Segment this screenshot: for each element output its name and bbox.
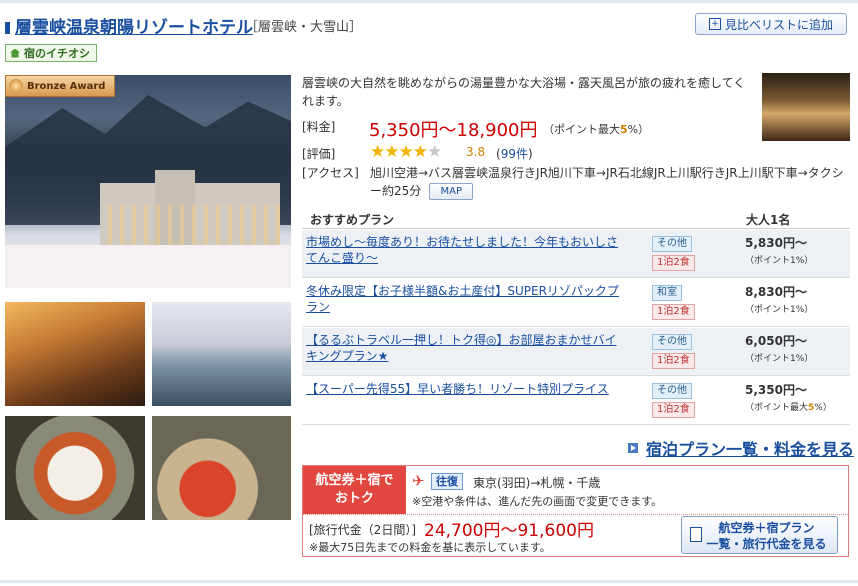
plan-col-header: おすすめプラン	[310, 213, 395, 227]
plan-price: 5,350円〜	[745, 383, 807, 397]
ichioshi-badge: 宿のイチオシ	[5, 44, 97, 62]
plan-table-header: おすすめプラン 大人1名	[302, 210, 850, 229]
room-type-tag: 和室	[652, 285, 682, 301]
award-label: Bronze Award	[27, 80, 106, 92]
hotel-name: 層雲峡温泉朝陽リゾートホテル	[15, 18, 253, 38]
bronze-award-badge: Bronze Award	[5, 75, 115, 97]
plan-point: （ポイント1%）	[745, 354, 814, 364]
plan-row: 冬休み限定【お子様半額&お土産付】SUPERリゾパックプラン 和室 1泊2食 8…	[302, 279, 850, 327]
review-count: (99件)	[496, 147, 533, 161]
access-label: [アクセス]	[302, 166, 359, 180]
max-point: （ポイント最大5%）	[543, 123, 650, 136]
divider	[303, 514, 848, 515]
lobby-photo[interactable]	[762, 73, 850, 141]
room-type-tag: その他	[652, 334, 692, 350]
indoor-bath-photo[interactable]	[5, 302, 145, 406]
rating-score: 3.8	[466, 145, 486, 159]
meal-tag: 1泊2食	[652, 304, 695, 320]
document-icon	[690, 527, 702, 542]
medal-icon	[9, 79, 23, 93]
plan-link[interactable]: 【スーパー先得55】早い者勝ち！リゾート特別プライス	[306, 381, 626, 397]
hotel-area: ［層雲峡・大雪山］	[245, 20, 363, 35]
crab-buffet-photo[interactable]	[152, 416, 291, 520]
house-icon	[10, 48, 20, 58]
access-info: 旭川空港→バス層雲峡温泉行きJR旭川下車→JR石北線JR上川駅行きJR上川駅下車…	[370, 164, 845, 200]
plan-link[interactable]: 【るるぶトラベル一押し！トク得◎】お部屋おまかせバイキングプラン★	[306, 332, 626, 364]
plan-link[interactable]: 冬休み限定【お子様半額&お土産付】SUPERリゾパックプラン	[306, 283, 626, 315]
price-col-header: 大人1名	[746, 213, 791, 227]
meal-tag: 1泊2食	[652, 255, 695, 271]
travel-price: 24,700円〜91,600円	[424, 521, 594, 541]
compare-label: 見比べリストに追加	[724, 17, 833, 32]
review-count-link[interactable]: 99件	[501, 147, 528, 161]
room-type-tag: その他	[652, 236, 692, 252]
meal-tag: 1泊2食	[652, 353, 695, 369]
plan-price: 6,050円〜	[745, 334, 807, 348]
hotel-description: 層雲峡の大自然を眺めながらの湯量豊かな大浴場・露天風呂が旅の疲れを癒してくれます…	[302, 76, 746, 108]
all-plans-link[interactable]: 宿泊プラン一覧・料金を見る	[628, 436, 854, 460]
plus-icon: +	[708, 18, 721, 30]
travel-price-label: [旅行代金（2日間）]	[309, 523, 416, 537]
meal-tag: 1泊2食	[652, 402, 695, 418]
plan-row: 市場めし〜毎度あり！お待たせしました！今年もおいしさてんこ盛り〜 その他 1泊2…	[302, 230, 850, 278]
outdoor-bath-photo[interactable]	[152, 302, 291, 406]
plan-point: （ポイント1%）	[745, 305, 814, 315]
ichioshi-label: 宿のイチオシ	[24, 47, 90, 60]
room-type-tag: その他	[652, 383, 692, 399]
air-hotel-plan-button[interactable]: 航空券＋宿プラン 一覧・旅行代金を見る	[681, 516, 838, 554]
price-label: [料金]	[302, 120, 336, 134]
arrow-icon	[628, 443, 638, 453]
rating-stars: ★★★★★	[370, 142, 442, 162]
round-trip-badge: 往復	[431, 473, 463, 490]
plan-row: 【るるぶトラベル一押し！トク得◎】お部屋おまかせバイキングプラン★ その他 1泊…	[302, 328, 850, 376]
plan-price: 8,830円〜	[745, 285, 807, 299]
air-note: ※空港や条件は、進んだ先の画面で変更できます。	[412, 495, 663, 508]
price-range: 5,350円〜18,900円	[369, 120, 538, 141]
map-button[interactable]: MAP	[429, 183, 474, 200]
plan-point: （ポイント最大5%）	[745, 403, 832, 413]
hotpot-photo[interactable]	[5, 416, 145, 520]
travel-note: ※最大75日先までの料金を基に表示しています。	[309, 541, 551, 554]
all-plans-label: 宿泊プラン一覧・料金を見る	[646, 440, 855, 459]
airplane-icon: ✈	[412, 472, 425, 490]
plan-row: 【スーパー先得55】早い者勝ち！リゾート特別プライス その他 1泊2食 5,35…	[302, 377, 850, 425]
bottom-divider	[0, 580, 858, 583]
air-hotel-box: 航空券＋宿で おトク ✈ 往復 東京(羽田)→札幌・千歳 ※空港や条件は、進んだ先…	[302, 465, 849, 557]
hotel-name-link[interactable]: 層雲峡温泉朝陽リゾートホテル	[5, 13, 253, 38]
title-bar-icon	[5, 22, 10, 34]
plan-point: （ポイント1%）	[745, 256, 814, 266]
top-divider	[0, 0, 858, 3]
flight-route: 東京(羽田)→札幌・千歳	[473, 476, 601, 490]
plan-link[interactable]: 市場めし〜毎度あり！お待たせしました！今年もおいしさてんこ盛り〜	[306, 234, 626, 266]
rating-label: [評価]	[302, 147, 336, 161]
plan-price: 5,830円〜	[745, 236, 807, 250]
hotel-main-photo[interactable]: Bronze Award	[5, 75, 291, 288]
air-hotel-label: 航空券＋宿で おトク	[303, 466, 406, 514]
add-to-compare-button[interactable]: + 見比べリストに追加	[695, 13, 847, 35]
